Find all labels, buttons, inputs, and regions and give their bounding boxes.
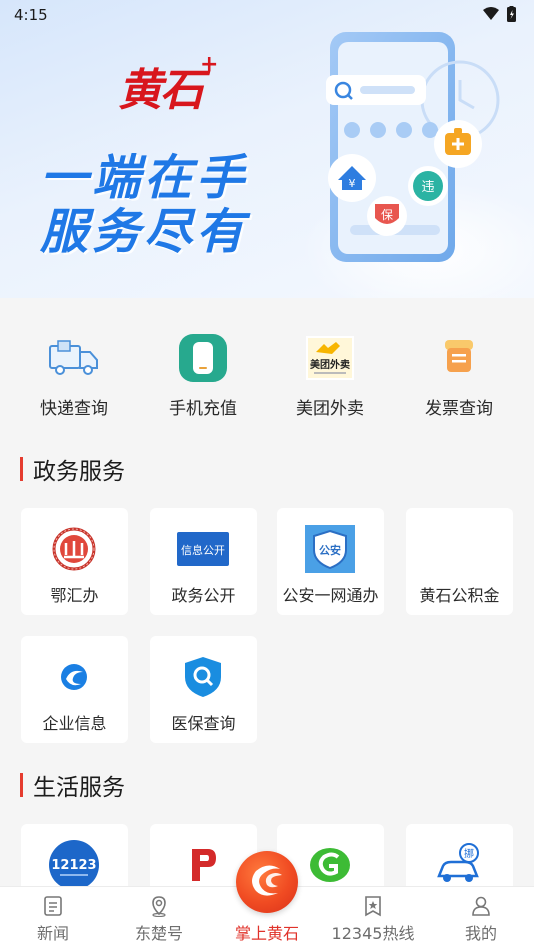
nav-label: 我的 [464, 924, 497, 943]
medical-insurance-search-icon [176, 653, 230, 701]
nav-item-mine[interactable]: 我的 [431, 887, 531, 950]
service-label: 政务公开 [171, 586, 236, 605]
nav-label: 掌上黄石 [234, 924, 299, 943]
hotline-star-icon [362, 895, 384, 921]
section-life-services: 生活服务 [20, 770, 125, 801]
shortcut-row: 快递查询 手机充值 美团外卖 美团外卖 发票查询 [0, 330, 534, 420]
app-screen: 4:15 黄石 + 一端在手 服务尽有 ¥ 违 保 快递查询 手机充值 美团外卖… [0, 0, 534, 950]
nav-label: 12345热线 [331, 924, 415, 943]
nav-item-news[interactable]: 新闻 [3, 887, 103, 950]
shortcut-label: 手机充值 [169, 399, 237, 419]
gov-open-logo-text: 信息公开 [181, 543, 225, 557]
nav-label: 东楚号 [134, 924, 183, 943]
nav-item-dongchu[interactable]: 东楚号 [109, 887, 209, 950]
service-card-medical-insurance[interactable]: 医保查询 [150, 636, 257, 743]
brand-plus: + [200, 52, 219, 77]
shortcut-label: 发票查询 [425, 399, 493, 419]
shortcut-meituan[interactable]: 美团外卖 美团外卖 [270, 330, 390, 419]
service-label: 公安一网通办 [282, 586, 379, 605]
service-card-housing-fund[interactable]: 黄石公积金 [406, 508, 513, 615]
car-move-icon: 挪 [432, 841, 486, 889]
location-pin-icon [148, 895, 170, 921]
ehuiban-logo [47, 525, 101, 573]
section-gov-services: 政务服务 [20, 454, 125, 485]
shortcut-express-query[interactable]: 快递查询 [14, 330, 134, 419]
meituan-logo: 美团外卖 [302, 330, 358, 386]
service-label: 鄂汇办 [50, 586, 99, 605]
police-logo-text: 公安 [319, 543, 341, 557]
gov-open-icon: 信息公开 [176, 525, 230, 573]
section-title: 政务服务 [33, 459, 125, 485]
service-card-gov-open[interactable]: 信息公开 政务公开 [150, 508, 257, 615]
shortcut-label: 美团外卖 [296, 399, 364, 419]
shortcut-phone-recharge[interactable]: 手机充值 [143, 330, 263, 419]
news-icon [42, 895, 64, 921]
banner[interactable]: 4:15 黄石 + 一端在手 服务尽有 ¥ 违 保 [0, 0, 534, 298]
delivery-truck-icon [46, 330, 102, 386]
police-shield-icon: 公安 [303, 525, 357, 573]
shortcut-label: 快递查询 [40, 399, 108, 419]
service-label: 企业信息 [42, 714, 107, 733]
slogan-line-2: 服务尽有 [40, 204, 249, 260]
enterprise-icon [47, 653, 101, 701]
meituan-logo-text: 美团外卖 [310, 358, 350, 371]
svg-text:保: 保 [381, 208, 393, 222]
section-accent-bar [20, 773, 23, 797]
g-logo-icon [303, 841, 357, 889]
traffic-logo-text: 12123 [51, 858, 96, 873]
service-card-police[interactable]: 公安 公安一网通办 [277, 508, 384, 615]
nav-item-hotline[interactable]: 12345热线 [323, 887, 423, 950]
profile-icon [470, 895, 492, 921]
status-time: 4:15 [14, 6, 48, 24]
car-move-logo-text: 挪 [464, 847, 474, 860]
phone-illustration: ¥ 违 保 [326, 32, 500, 262]
service-label: 黄石公积金 [419, 586, 500, 605]
section-accent-bar [20, 457, 23, 481]
app-logo-icon[interactable] [236, 851, 298, 913]
service-card-enterprise[interactable]: 企业信息 [21, 636, 128, 743]
invoice-icon [431, 330, 487, 386]
parking-p-icon [176, 841, 230, 889]
svg-text:¥: ¥ [349, 177, 356, 190]
brand-logo: 黄石 [118, 65, 204, 116]
traffic-12123-icon: 12123 [47, 840, 101, 890]
phone-recharge-icon [175, 330, 231, 386]
nav-label: 新闻 [36, 924, 69, 943]
service-label: 医保查询 [171, 714, 236, 733]
section-title: 生活服务 [33, 775, 125, 801]
svg-text:违: 违 [421, 180, 434, 195]
shortcut-invoice-query[interactable]: 发票查询 [399, 330, 519, 419]
service-card-ehuiban[interactable]: 鄂汇办 [21, 508, 128, 615]
